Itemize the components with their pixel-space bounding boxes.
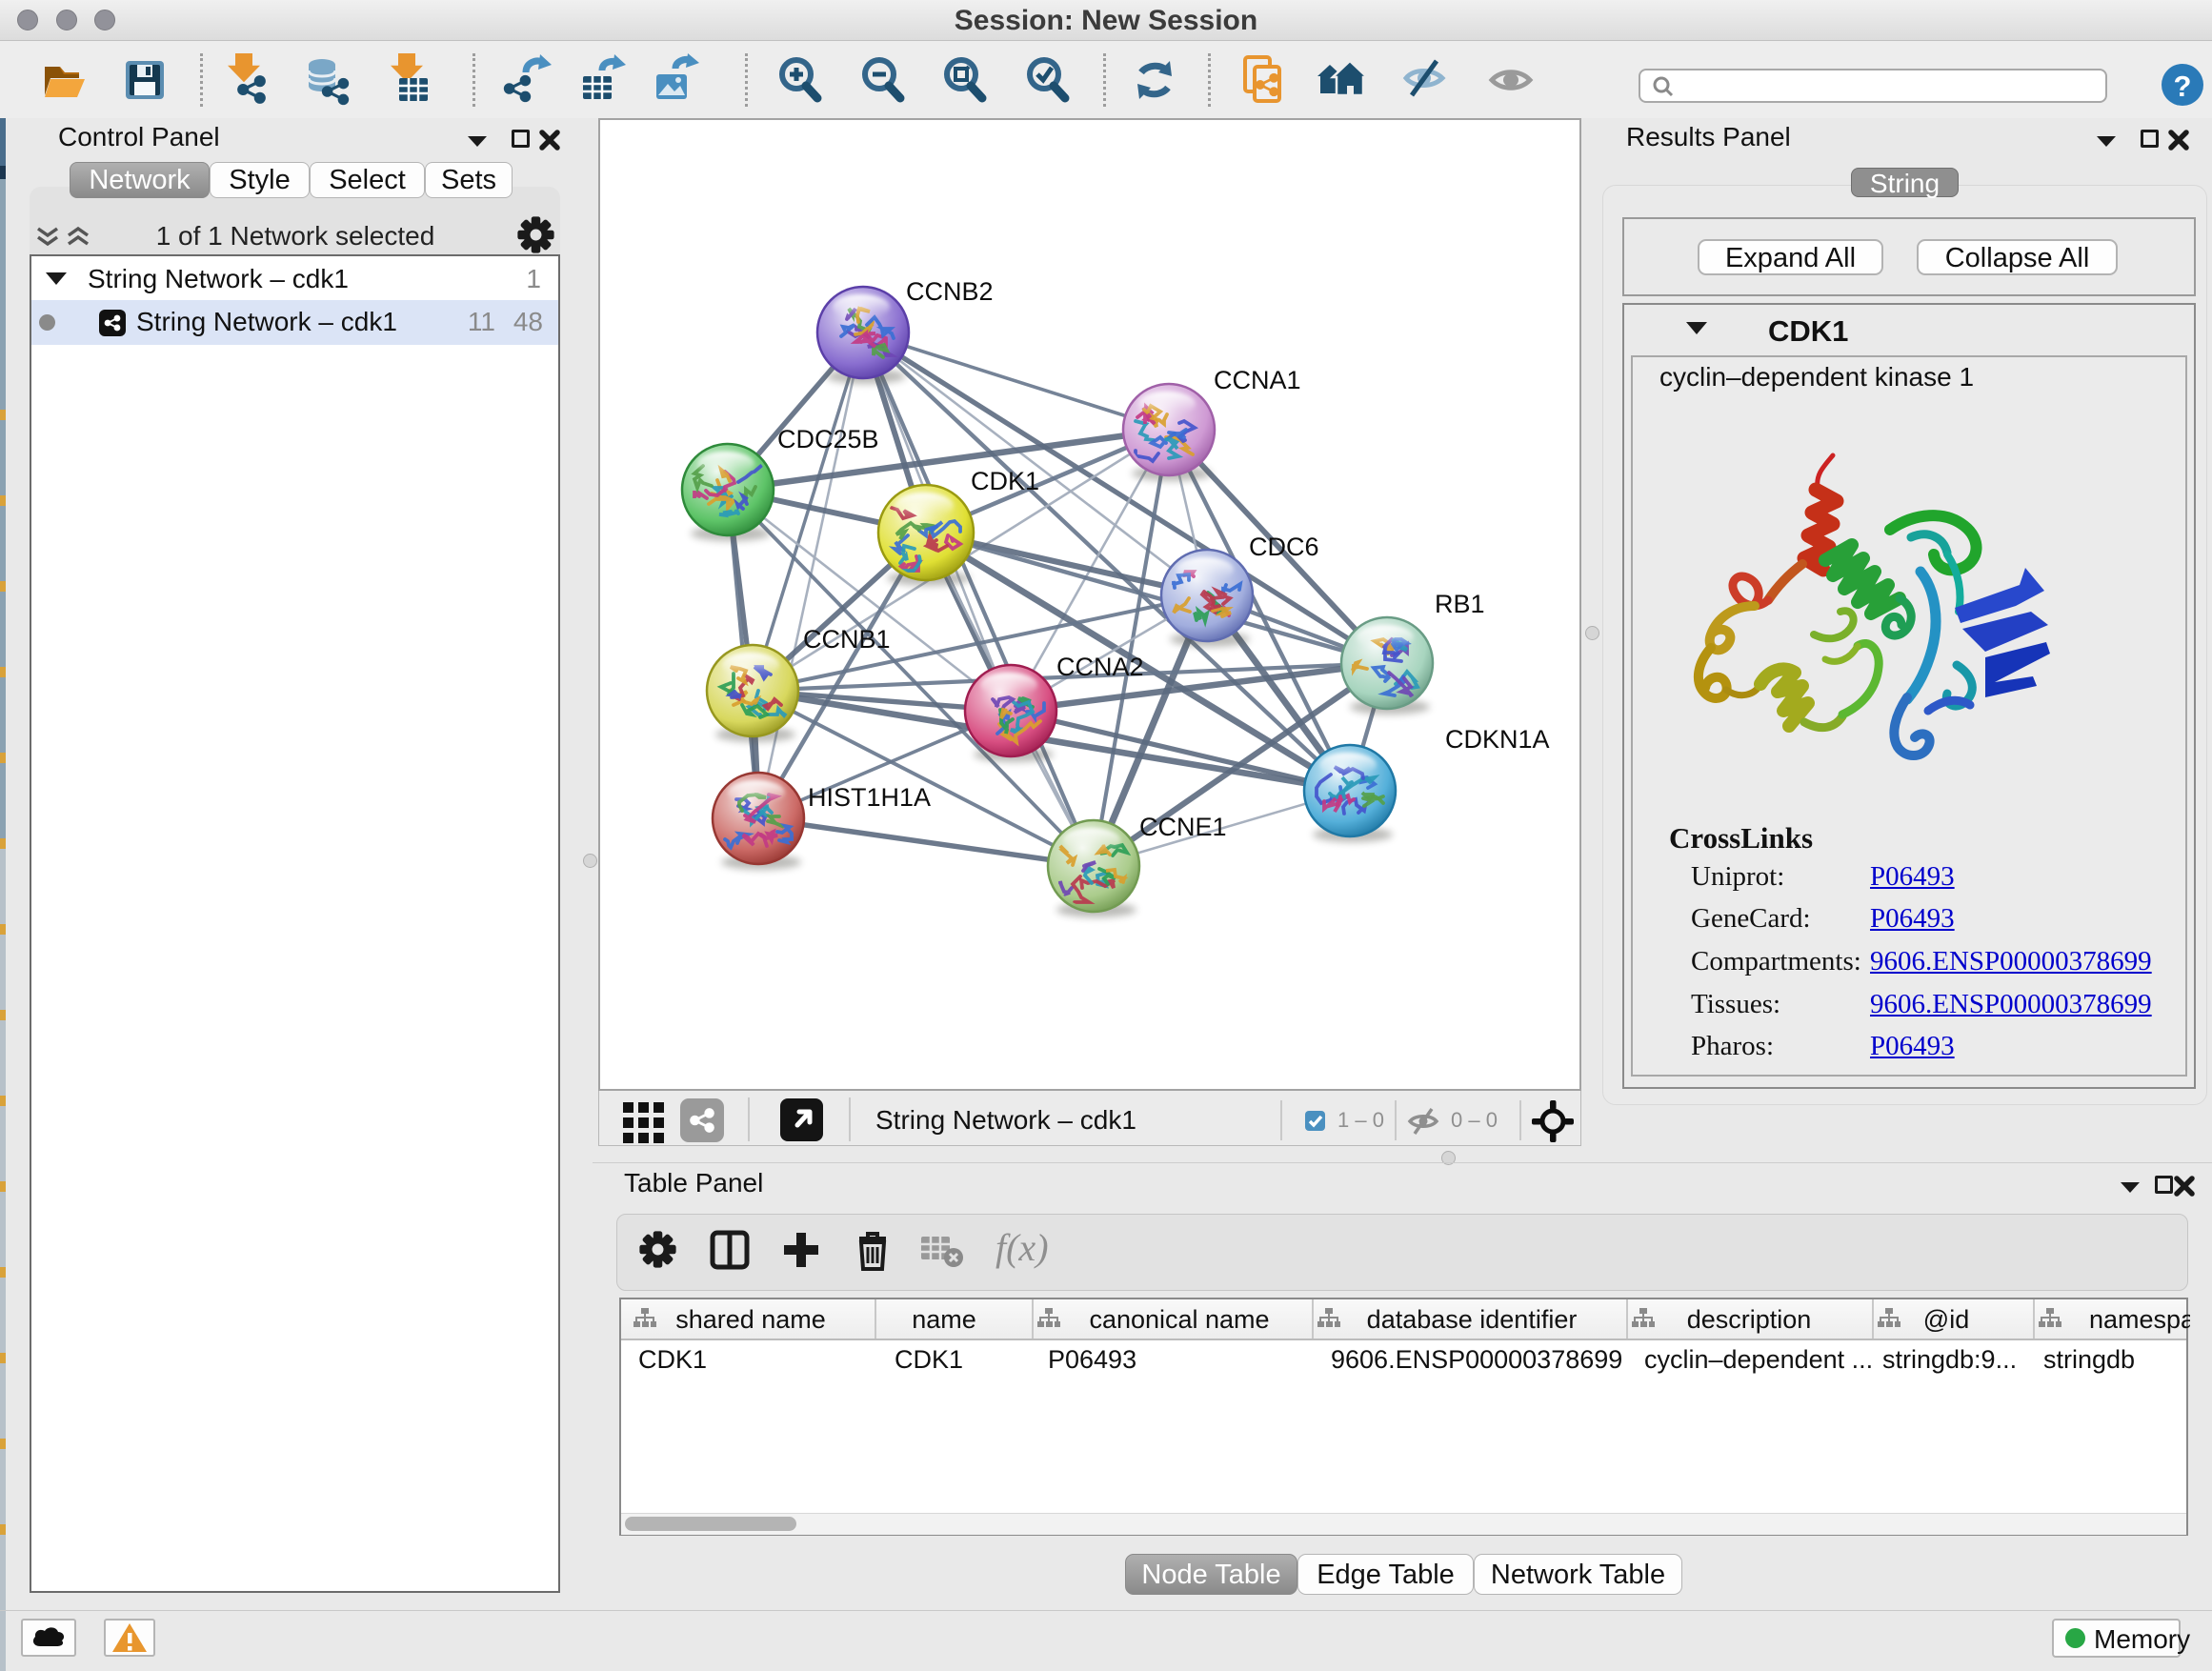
svg-text:RB1: RB1 <box>1435 590 1485 618</box>
svg-text:CDK1: CDK1 <box>971 467 1039 495</box>
svg-text:CCNA1: CCNA1 <box>1214 366 1301 394</box>
svg-text:CCNA2: CCNA2 <box>1056 653 1144 681</box>
svg-text:CCNE1: CCNE1 <box>1139 813 1227 841</box>
svg-text:CCNB1: CCNB1 <box>803 625 891 654</box>
svg-text:CDC6: CDC6 <box>1249 533 1319 561</box>
svg-text:CCNB2: CCNB2 <box>906 277 994 306</box>
svg-text:CDKN1A: CDKN1A <box>1445 725 1550 754</box>
svg-text:HIST1H1A: HIST1H1A <box>808 783 931 812</box>
svg-text:CDC25B: CDC25B <box>777 425 879 453</box>
